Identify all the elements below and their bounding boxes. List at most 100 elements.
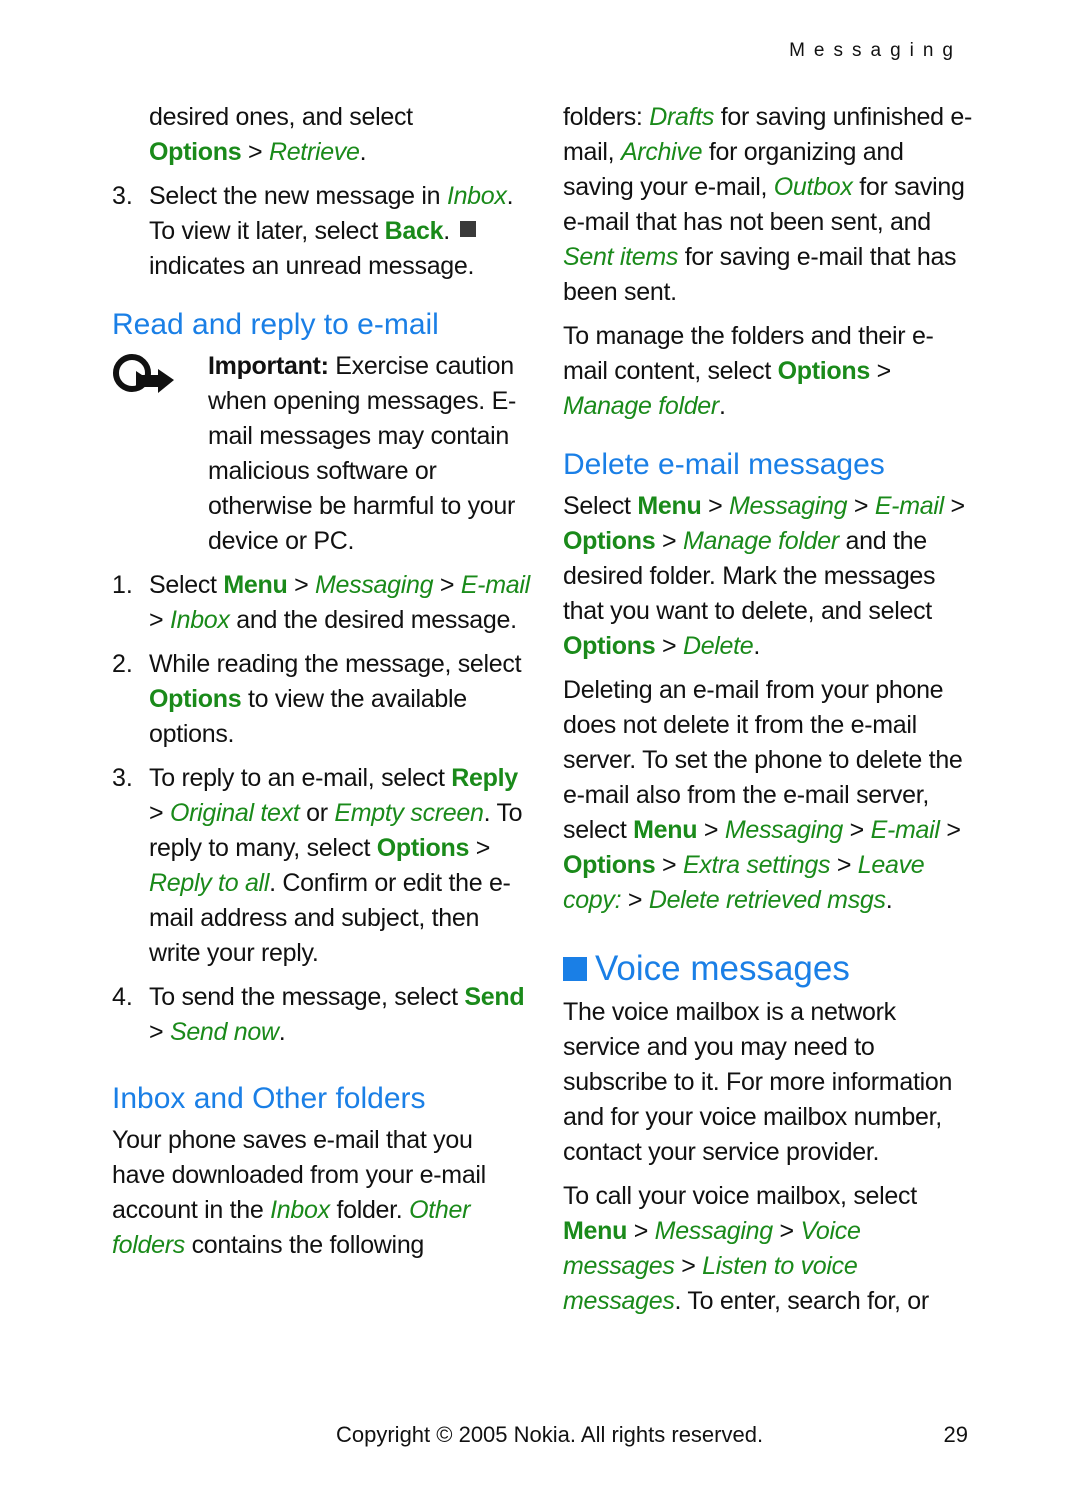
separator: > [939, 816, 961, 844]
voice-paragraph-2: To call your voice mailbox, select Menu … [563, 1179, 973, 1319]
separator: > [149, 1018, 170, 1046]
ui-term-original-text: Original text [169, 799, 300, 827]
important-text: Important: Exercise caution when opening… [208, 349, 532, 559]
text: . [753, 632, 761, 660]
folders-paragraph: folders: Drafts for saving unfinished e-… [563, 100, 973, 310]
important-note-icon [112, 349, 208, 559]
text: . [885, 886, 893, 914]
ui-term-options: Options [563, 851, 656, 879]
ui-term-retrieve: Retrieve [268, 138, 360, 166]
voice-paragraph-1: The voice mailbox is a network service a… [563, 998, 953, 1166]
list-text: To reply to an e-mail, select Reply > Or… [149, 761, 532, 971]
text: desired ones, and select [149, 103, 413, 131]
ui-term-email: E-mail [874, 492, 944, 520]
ui-term-send-now: Send now [169, 1018, 279, 1046]
text: Select [149, 571, 224, 599]
section-heading-read-reply: Read and reply to e-mail [112, 308, 439, 341]
section-marker-square-icon [563, 957, 587, 981]
ui-term-messaging: Messaging [724, 816, 844, 844]
text: and the desired message. [229, 606, 517, 634]
separator: > [655, 527, 683, 555]
important-label: Important: [208, 352, 329, 380]
ui-term-sent-items: Sent items [563, 243, 679, 271]
text: indicates an unread message. [149, 252, 475, 280]
list-number: 3. [112, 764, 133, 792]
separator: > [674, 1252, 703, 1280]
separator: > [697, 816, 725, 844]
important-note: Important: Exercise caution when opening… [112, 349, 532, 559]
unread-message-square-icon [459, 221, 476, 237]
separator: > [847, 492, 875, 520]
text: or [299, 799, 335, 827]
separator: > [655, 632, 683, 660]
ui-term-empty-screen: Empty screen [334, 799, 484, 827]
ui-term-drafts: Drafts [649, 103, 715, 131]
list-number: 3. [112, 182, 133, 210]
text: While reading the message, select [149, 650, 522, 678]
separator: > [772, 1217, 801, 1245]
separator: > [149, 799, 170, 827]
server-paragraph: Deleting an e-mail from your phone does … [563, 673, 973, 918]
section-heading-delete-email: Delete e-mail messages [563, 448, 885, 481]
heading-text: Voice messages [595, 949, 850, 988]
text: folders: [563, 103, 650, 131]
delete-paragraph: Select Menu > Messaging > E-mail > Optio… [563, 489, 973, 664]
separator: > [287, 571, 316, 599]
page-number: 29 [943, 1422, 968, 1447]
ui-term-options: Options [563, 527, 656, 555]
ui-term-delete: Delete [682, 632, 754, 660]
ui-term-back: Back [384, 217, 444, 245]
manage-paragraph: To manage the folders and their e-mail c… [563, 319, 973, 424]
text: . To enter, search for, or [674, 1287, 930, 1315]
text: . [718, 392, 726, 420]
list-item: 3. To reply to an e-mail, select Reply >… [112, 761, 532, 971]
ui-term-options: Options [376, 834, 470, 862]
separator: > [621, 886, 649, 914]
separator: > [843, 816, 871, 844]
ui-term-messaging: Messaging [729, 492, 848, 520]
ui-term-reply: Reply [451, 764, 518, 792]
ui-term-email: E-mail [460, 571, 530, 599]
separator: > [701, 492, 730, 520]
text: . [359, 138, 367, 166]
separator: > [149, 606, 170, 634]
ui-term-archive: Archive [620, 138, 703, 166]
ui-term-options: Options [149, 138, 242, 166]
separator: > [943, 492, 966, 520]
ui-term-manage-folder: Manage folder [563, 392, 719, 420]
list-number: 4. [112, 983, 133, 1011]
list-text: Select the new message in Inbox. To view… [149, 179, 532, 284]
separator: > [433, 571, 461, 599]
list-item: 4. To send the message, select Send > Se… [112, 980, 532, 1050]
ui-term-messaging: Messaging [315, 571, 434, 599]
ui-term-delete-retrieved: Delete retrieved msgs [648, 886, 886, 914]
ui-term-options: Options [149, 685, 242, 713]
list-item: 1. Select Menu > Messaging > E-mail > In… [112, 568, 532, 638]
list-number: 2. [112, 650, 133, 678]
list-item: 3. Select the new message in Inbox. To v… [112, 179, 532, 284]
right-column: folders: Drafts for saving unfinished e-… [563, 100, 973, 1328]
text: contains the following [184, 1231, 425, 1259]
separator: > [241, 138, 269, 166]
ui-term-options: Options [777, 357, 871, 385]
section-heading-voice-messages: Voice messages [563, 947, 973, 991]
text: Select [563, 492, 638, 520]
ui-term-inbox: Inbox [446, 182, 507, 210]
text: folder. [329, 1196, 410, 1224]
ui-term-menu: Menu [563, 1217, 628, 1245]
separator: > [469, 834, 491, 862]
left-column: desired ones, and select Options > Retrie… [112, 100, 532, 1272]
ui-term-outbox: Outbox [773, 173, 853, 201]
text: To call your voice mailbox, select [563, 1182, 917, 1210]
text: To send the message, select [149, 983, 465, 1011]
ui-term-inbox: Inbox [270, 1196, 330, 1224]
page-footer: Copyright © 2005 Nokia. All rights reser… [336, 1422, 968, 1448]
ui-term-menu: Menu [633, 816, 698, 844]
separator: > [869, 357, 892, 385]
text: . [443, 217, 450, 245]
running-head: Messaging [789, 40, 962, 61]
text: Select the new message in [149, 182, 447, 210]
separator: > [627, 1217, 655, 1245]
ui-term-messaging: Messaging [654, 1217, 774, 1245]
text: . [278, 1018, 286, 1046]
